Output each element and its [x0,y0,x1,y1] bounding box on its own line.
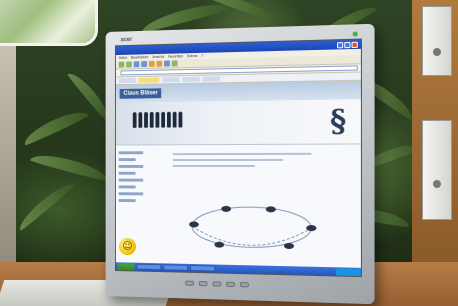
diagram-node [214,241,225,248]
diagram-ring [192,207,311,249]
people-silhouettes [132,111,183,128]
content-text [172,152,312,171]
monitor-button[interactable] [212,281,222,287]
menu-favorites[interactable]: Favoriten [168,54,183,58]
smiley-face-icon: ☺ [119,238,136,255]
page-banner: § [115,99,362,146]
sidebar-link[interactable] [118,171,136,175]
link-chip[interactable] [118,77,136,84]
menu-help[interactable]: ? [201,54,203,58]
binder [422,120,452,220]
text-line [172,158,283,162]
sidebar-link[interactable] [118,164,144,168]
link-chip-highlighted[interactable] [138,77,160,83]
taskbar-item[interactable] [136,263,162,271]
person-silhouette [155,111,160,128]
diagram-node [221,206,232,213]
binder [422,6,452,76]
forward-icon[interactable] [126,61,132,68]
monitor-brand: acer [120,37,133,44]
monitor-button[interactable] [239,282,249,288]
person-silhouette [161,111,166,128]
menu-view[interactable]: Ansicht [152,55,164,59]
person-silhouette [172,111,177,128]
taskbar-item[interactable] [163,264,189,271]
print-icon[interactable] [171,60,178,67]
power-led-icon [352,31,358,37]
person-silhouette [149,111,154,128]
back-icon[interactable] [118,61,125,68]
search-icon[interactable] [148,60,155,67]
inset-plant-photo [0,0,98,46]
menu-file[interactable]: Datei [119,56,127,60]
office-photo: acer Datei Bearbeiten Ansicht Favoriten … [0,0,458,306]
link-chip[interactable] [162,77,180,83]
menu-edit[interactable]: Bearbeiten [131,55,149,59]
sidebar-link[interactable] [118,192,144,196]
monitor-button[interactable] [198,281,208,287]
wall-panel [0,40,16,270]
text-line [172,152,312,156]
sidebar-nav [118,151,151,206]
person-silhouette [132,112,137,128]
diagram-node [283,242,295,250]
site-name: Claus Bläser [119,88,162,99]
text-line [172,164,255,168]
favorites-icon[interactable] [156,60,163,67]
start-button[interactable] [117,262,135,271]
maximize-button[interactable] [344,41,351,48]
sidebar-link[interactable] [118,158,136,162]
shelf [412,0,458,270]
taskbar-item[interactable] [190,264,216,272]
diagram-node [265,206,276,213]
sidebar-link[interactable] [118,151,144,155]
mail-icon[interactable] [164,60,170,67]
monitor: acer Datei Bearbeiten Ansicht Favoriten … [105,23,375,305]
monitor-button[interactable] [185,280,194,286]
person-silhouette [166,111,171,128]
network-diagram [189,193,317,266]
diagram-node [189,221,199,228]
plant-leaf [29,149,111,183]
person-silhouette [138,112,143,128]
sidebar-link[interactable] [118,178,144,182]
diagram-arc [192,226,311,246]
person-silhouette [144,112,148,128]
home-icon[interactable] [141,61,147,68]
menu-tools[interactable]: Extras [187,54,197,58]
sidebar-link[interactable] [118,199,136,203]
monitor-screen: Datei Bearbeiten Ansicht Favoriten Extra… [114,38,362,278]
monitor-button[interactable] [226,281,236,287]
system-tray [335,267,361,276]
plant-leaf [20,105,90,147]
web-page: Claus Bläser § [115,80,362,270]
person-silhouette [178,111,183,128]
refresh-icon[interactable] [133,61,140,68]
link-chip[interactable] [182,76,200,83]
link-chip[interactable] [202,76,221,82]
minimize-button[interactable] [337,41,344,48]
plant-leaf [14,178,76,232]
sidebar-link[interactable] [118,185,136,189]
section-sign-logo: § [330,103,347,140]
close-button[interactable] [351,41,358,48]
